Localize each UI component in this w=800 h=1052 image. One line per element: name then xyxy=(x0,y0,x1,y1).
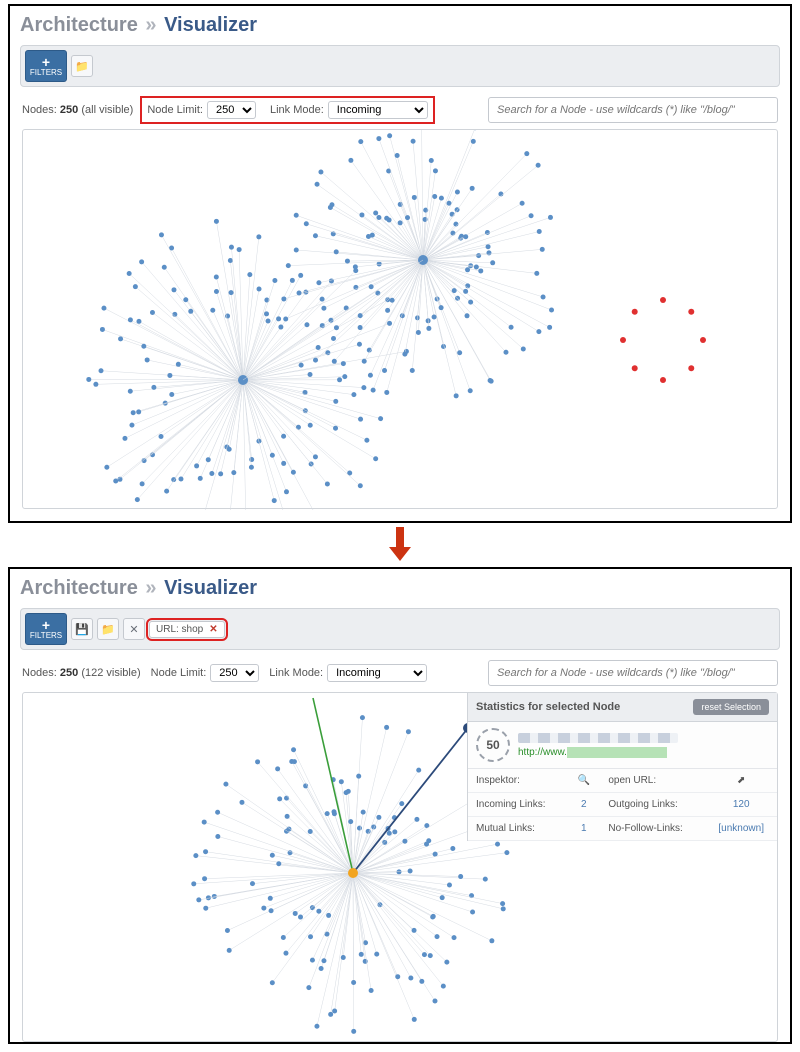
external-link-icon[interactable]: ⬈ xyxy=(737,775,745,786)
stats-header: Statistics for selected Node reset Selec… xyxy=(468,693,777,722)
graph-canvas[interactable]: Statistics for selected Node reset Selec… xyxy=(22,692,778,1042)
score-badge: 50 xyxy=(476,728,510,762)
filters-label: FILTERS xyxy=(30,632,62,640)
breadcrumb-sep: » xyxy=(143,14,158,36)
save-icon: 💾 xyxy=(75,623,89,636)
filter-toolbar: + FILTERS 📁 xyxy=(20,45,780,87)
search-input[interactable] xyxy=(488,660,778,686)
stats-panel: Statistics for selected Node reset Selec… xyxy=(467,693,777,841)
link-mode-select[interactable]: Incoming xyxy=(327,664,427,682)
cell-label: No-Follow-Links: xyxy=(600,817,705,841)
redacted-title xyxy=(518,733,678,743)
breadcrumb: Architecture » Visualizer xyxy=(10,569,790,604)
link-mode-label: Link Mode: xyxy=(270,104,324,116)
search-box xyxy=(488,660,778,686)
breadcrumb: Architecture » Visualizer xyxy=(10,6,790,41)
filters-label: FILTERS xyxy=(30,69,62,77)
cell-value: 1 xyxy=(567,817,600,841)
folder-icon: 📁 xyxy=(101,623,115,636)
graph-canvas[interactable] xyxy=(22,129,778,509)
cell-value: 2 xyxy=(567,793,600,817)
save-filter-button[interactable]: 💾 xyxy=(71,618,93,640)
cell-value: 120 xyxy=(705,793,777,817)
cell-value: [unknown] xyxy=(705,817,777,841)
search-input[interactable] xyxy=(488,97,778,123)
link-mode-group: Link Mode: Incoming xyxy=(269,664,427,682)
cell-label: Outgoing Links: xyxy=(600,793,705,817)
add-filters-button[interactable]: + FILTERS xyxy=(25,50,67,82)
controls-row: Nodes: 250 (all visible) Node Limit: 250… xyxy=(10,91,790,129)
add-filters-button[interactable]: + FILTERS xyxy=(25,613,67,645)
controls-row: Nodes: 250 (122 visible) Node Limit: 250… xyxy=(10,654,790,692)
stats-table: Inspektor: 🔍 open URL: ⬈ Incoming Links:… xyxy=(468,769,777,841)
plus-icon: + xyxy=(42,55,50,69)
cell-label: Mutual Links: xyxy=(468,817,567,841)
filter-toolbar: + FILTERS 💾 📁 ✕ URL: shop ✕ xyxy=(20,608,780,650)
node-limit-group: Node Limit: 250 xyxy=(151,664,260,682)
panel-before: Architecture » Visualizer + FILTERS 📁 No… xyxy=(8,4,792,523)
close-icon: ✕ xyxy=(129,623,138,636)
nodes-count-label: Nodes: 250 (122 visible) xyxy=(22,667,141,679)
filter-chip-label: URL: shop xyxy=(156,624,203,635)
remove-chip-icon[interactable]: ✕ xyxy=(209,624,217,635)
node-limit-select[interactable]: 250 xyxy=(207,101,256,119)
table-row: Inspektor: 🔍 open URL: ⬈ xyxy=(468,769,777,793)
cell-label: open URL: xyxy=(600,769,705,793)
table-row: Incoming Links: 2 Outgoing Links: 120 xyxy=(468,793,777,817)
breadcrumb-sep: » xyxy=(143,577,158,599)
search-icon[interactable]: 🔍 xyxy=(578,775,590,786)
breadcrumb-current: Visualizer xyxy=(164,577,257,599)
search-box xyxy=(488,97,778,123)
stats-url-row: 50 http://www.xxxxxxxxxxxxxxxxxxxx xyxy=(468,722,777,769)
panel-after: Architecture » Visualizer + FILTERS 💾 📁 … xyxy=(8,567,792,1044)
clear-filter-button[interactable]: ✕ xyxy=(123,618,145,640)
breadcrumb-current: Visualizer xyxy=(164,14,257,36)
node-limit-label: Node Limit: xyxy=(151,667,207,679)
arrow-down-icon xyxy=(385,527,415,563)
table-row: Mutual Links: 1 No-Follow-Links: [unknow… xyxy=(468,817,777,841)
breadcrumb-root[interactable]: Architecture xyxy=(20,14,138,36)
breadcrumb-root[interactable]: Architecture xyxy=(20,577,138,599)
link-mode-group: Link Mode: Incoming xyxy=(270,101,428,119)
node-limit-label: Node Limit: xyxy=(147,104,203,116)
node-limit-group: Node Limit: 250 xyxy=(147,101,256,119)
node-limit-select[interactable]: 250 xyxy=(210,664,259,682)
transition-arrow xyxy=(0,527,800,563)
node-url-link[interactable]: http://www.xxxxxxxxxxxxxxxxxxxx xyxy=(518,747,667,758)
folder-button[interactable]: 📁 xyxy=(71,55,93,77)
highlighted-controls: Node Limit: 250 Link Mode: Incoming xyxy=(143,99,431,121)
nodes-count-label: Nodes: 250 (all visible) xyxy=(22,104,133,116)
link-mode-select[interactable]: Incoming xyxy=(328,101,428,119)
folder-button[interactable]: 📁 xyxy=(97,618,119,640)
reset-selection-button[interactable]: reset Selection xyxy=(693,699,769,715)
plus-icon: + xyxy=(42,618,50,632)
cell-label: Inspektor: xyxy=(468,769,567,793)
stats-title: Statistics for selected Node xyxy=(476,701,620,713)
filter-chip-url[interactable]: URL: shop ✕ xyxy=(149,621,225,638)
cell-label: Incoming Links: xyxy=(468,793,567,817)
link-mode-label: Link Mode: xyxy=(269,667,323,679)
folder-icon: 📁 xyxy=(75,60,89,73)
